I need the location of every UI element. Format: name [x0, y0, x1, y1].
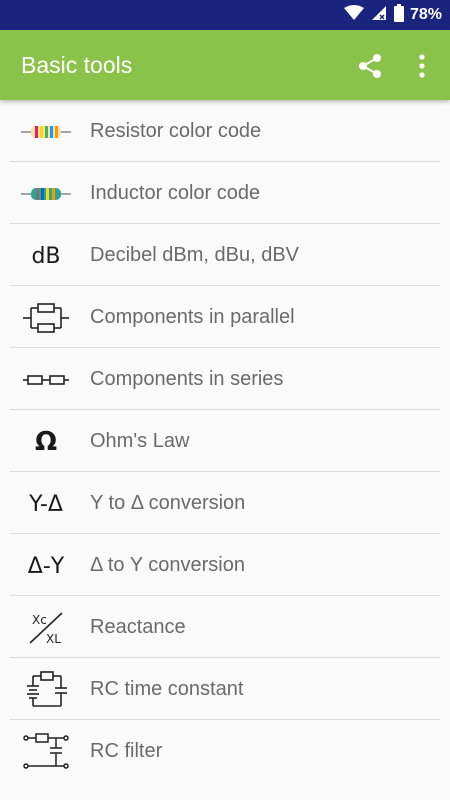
signal-icon [370, 5, 388, 26]
status-icons: 78% [343, 3, 442, 27]
list-item-resistor-color-code[interactable]: Resistor color code [10, 100, 440, 162]
list-item-rc-time-constant[interactable]: RC time constant [10, 658, 440, 720]
battery-icon [393, 3, 404, 27]
app-bar: Basic tools [0, 30, 450, 100]
more-options-button[interactable] [410, 52, 434, 80]
delta-y-icon-text: Δ-Y [27, 553, 65, 579]
battery-percent: 78% [409, 6, 442, 23]
ohm-icon: Ω [20, 422, 72, 462]
wifi-icon [343, 4, 364, 26]
rc-filter-icon [20, 732, 72, 772]
list-item-ohms-law[interactable]: Ω Ohm's Law [10, 410, 440, 472]
y-delta-icon: Y-Δ [20, 484, 72, 524]
decibel-icon-text: dB [31, 243, 61, 269]
resistor-icon [20, 112, 72, 152]
list-item-label: Components in parallel [90, 306, 295, 328]
list-item-label: Y to Δ conversion [90, 492, 246, 514]
list-item-components-parallel[interactable]: Components in parallel [10, 286, 440, 348]
list-item-reactance[interactable]: Xc XL Reactance [10, 596, 440, 658]
y-delta-icon-text: Y-Δ [29, 491, 63, 517]
list-item-inductor-color-code[interactable]: Inductor color code [10, 162, 440, 224]
reactance-icon: Xc XL [20, 608, 72, 648]
list-item-delta-to-y[interactable]: Δ-Y Δ to Y conversion [10, 534, 440, 596]
list-item-label: Reactance [90, 616, 186, 638]
list-item-label: Δ to Y conversion [90, 554, 245, 576]
list-item-label: Components in series [90, 368, 284, 390]
list-item-label: Decibel dBm, dBu, dBV [90, 244, 299, 266]
ohm-icon-text: Ω [34, 427, 58, 457]
rc-time-constant-icon [20, 670, 72, 710]
tools-list: Resistor color code Inductor color code … [0, 100, 450, 781]
list-item-label: RC time constant [90, 678, 244, 700]
share-icon [359, 54, 381, 78]
list-item-label: Resistor color code [90, 120, 262, 142]
list-item-label: Ohm's Law [90, 430, 190, 452]
reactance-icon-bottom-text: XL [46, 632, 61, 646]
list-item-label: Inductor color code [90, 182, 261, 204]
list-item-label: RC filter [90, 740, 163, 762]
list-item-decibel[interactable]: dB Decibel dBm, dBu, dBV [10, 224, 440, 286]
series-icon [20, 360, 72, 400]
page-title: Basic tools [21, 52, 133, 78]
list-item-components-series[interactable]: Components in series [10, 348, 440, 410]
list-item-rc-filter[interactable]: RC filter [10, 720, 440, 781]
decibel-icon: dB [20, 236, 72, 276]
share-button[interactable] [356, 52, 384, 80]
parallel-icon [20, 298, 72, 338]
status-bar: 78% [0, 0, 450, 30]
more-vert-icon [419, 54, 425, 78]
list-item-y-to-delta[interactable]: Y-Δ Y to Δ conversion [10, 472, 440, 534]
delta-y-icon: Δ-Y [20, 546, 72, 586]
inductor-icon [20, 174, 72, 214]
reactance-icon-top-text: Xc [32, 613, 47, 627]
